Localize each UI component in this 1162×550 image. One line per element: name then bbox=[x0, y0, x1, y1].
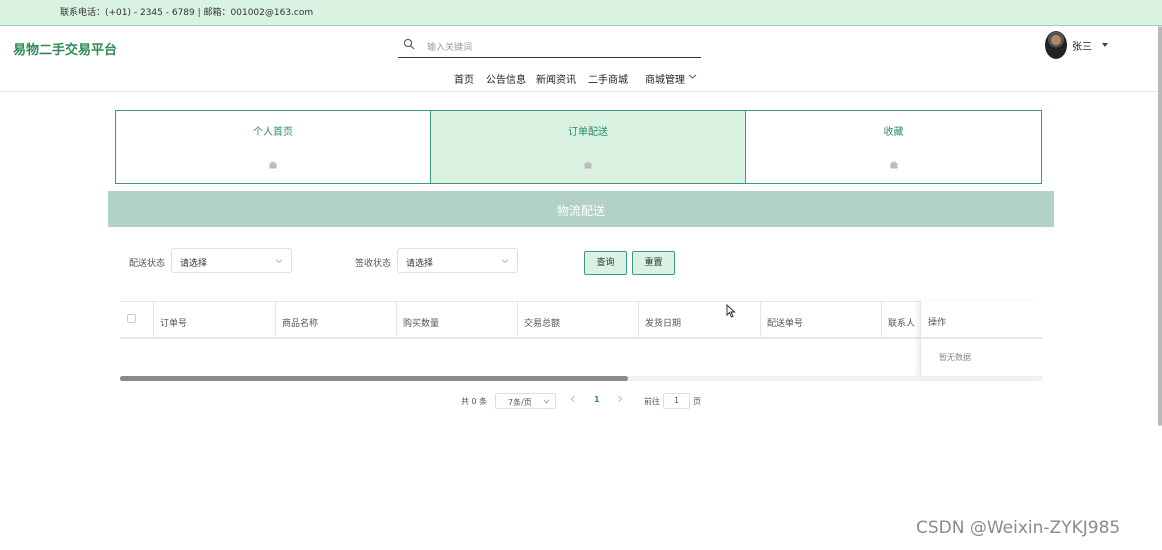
chevron-down-icon bbox=[688, 74, 697, 79]
search-icon bbox=[403, 38, 415, 50]
select-value: 请选择 bbox=[180, 259, 208, 269]
action-header: 操作 bbox=[928, 318, 947, 328]
top-contact-bar: 联系电话：(+01) - 2345 - 6789 | 邮箱：001002@163… bbox=[0, 0, 1162, 26]
column-contact[interactable]: 联系人 bbox=[881, 302, 921, 338]
site-header: 易物二手交易平台 输入关键词 首页 公告信息 新闻资讯 二手商城 商城管理 张三 bbox=[0, 26, 1162, 92]
broken-image-icon bbox=[584, 161, 592, 169]
receipt-status-label: 签收状态 bbox=[355, 259, 392, 269]
tab-label: 订单配送 bbox=[568, 127, 608, 138]
pagination: 共 0 条 7条/页 1 前往 1 页 bbox=[0, 393, 1162, 409]
broken-image-icon bbox=[269, 161, 277, 169]
column-order-no[interactable]: 订单号 bbox=[153, 302, 275, 338]
delivery-status-select[interactable]: 请选择 bbox=[171, 248, 292, 273]
tab-label: 个人首页 bbox=[253, 127, 293, 138]
nav-item-notice[interactable]: 公告信息 bbox=[486, 71, 526, 86]
nav-item-news[interactable]: 新闻资讯 bbox=[536, 71, 576, 86]
column-total[interactable]: 交易总额 bbox=[517, 302, 638, 338]
search-placeholder: 输入关键词 bbox=[427, 43, 473, 53]
tab-favorites[interactable]: 收藏 bbox=[745, 110, 1042, 184]
section-title: 物流配送 bbox=[556, 204, 605, 218]
goto-page-input[interactable]: 1 bbox=[663, 393, 690, 409]
column-product-name[interactable]: 商品名称 bbox=[275, 302, 396, 338]
nav-item-home[interactable]: 首页 bbox=[454, 71, 474, 86]
scrollbar-thumb[interactable] bbox=[120, 376, 628, 381]
divider bbox=[921, 337, 1042, 339]
vertical-scrollbar[interactable] bbox=[1158, 26, 1162, 426]
chevron-down-icon bbox=[543, 399, 550, 404]
delivery-status-label: 配送状态 bbox=[129, 259, 166, 269]
main-nav: 首页 公告信息 新闻资讯 二手商城 商城管理 bbox=[0, 71, 1162, 87]
tab-order-delivery[interactable]: 订单配送 bbox=[430, 110, 746, 184]
select-all-cell bbox=[120, 302, 153, 338]
chevron-left-icon[interactable] bbox=[570, 395, 576, 403]
receipt-status-select[interactable]: 请选择 bbox=[397, 248, 518, 273]
total-count: 共 0 条 bbox=[461, 397, 488, 406]
query-button[interactable]: 查询 bbox=[584, 251, 627, 275]
broken-image-icon bbox=[890, 161, 897, 169]
caret-down-icon bbox=[1102, 43, 1108, 47]
select-all-checkbox[interactable] bbox=[127, 314, 136, 323]
goto-unit: 页 bbox=[693, 397, 701, 406]
user-name[interactable]: 张三 bbox=[1072, 38, 1092, 53]
select-value: 请选择 bbox=[406, 259, 434, 269]
site-logo[interactable]: 易物二手交易平台 bbox=[13, 39, 117, 58]
goto-label: 前往 bbox=[644, 397, 660, 406]
tab-personal-home[interactable]: 个人首页 bbox=[115, 110, 431, 184]
page-size-select[interactable]: 7条/页 bbox=[495, 393, 556, 409]
horizontal-scrollbar[interactable] bbox=[120, 376, 1042, 381]
tab-label: 收藏 bbox=[883, 127, 904, 138]
chevron-right-icon[interactable] bbox=[617, 395, 623, 403]
center-tabs: 个人首页 订单配送 收藏 bbox=[115, 110, 1042, 184]
mouse-cursor-icon bbox=[726, 304, 736, 318]
column-quantity[interactable]: 购买数量 bbox=[396, 302, 517, 338]
reset-button[interactable]: 重置 bbox=[632, 251, 675, 275]
contact-info: 联系电话：(+01) - 2345 - 6789 | 邮箱：001002@163… bbox=[60, 8, 314, 18]
avatar[interactable] bbox=[1045, 31, 1067, 59]
page-number-current[interactable]: 1 bbox=[594, 395, 600, 404]
page-size-value: 7条/页 bbox=[508, 398, 532, 407]
table-header: 订单号 商品名称 购买数量 交易总额 发货日期 配送单号 联系人 bbox=[120, 301, 1042, 339]
chevron-down-icon bbox=[501, 259, 509, 264]
search-input[interactable]: 输入关键词 bbox=[398, 34, 701, 58]
column-delivery-no[interactable]: 配送单号 bbox=[760, 302, 881, 338]
column-ship-date[interactable]: 发货日期 bbox=[638, 302, 760, 338]
nav-item-shop-manage[interactable]: 商城管理 bbox=[645, 71, 685, 86]
nav-item-shop[interactable]: 二手商城 bbox=[588, 71, 628, 86]
chevron-down-icon bbox=[275, 259, 283, 264]
action-column: 操作 暂无数据 bbox=[920, 301, 1042, 379]
empty-text: 暂无数据 bbox=[939, 353, 971, 362]
watermark: CSDN @Weixin-ZYKJ985 bbox=[916, 518, 1121, 538]
delivery-table: 订单号 商品名称 购买数量 交易总额 发货日期 配送单号 联系人 操作 暂无数据 bbox=[120, 301, 1042, 381]
section-banner: 物流配送 bbox=[108, 191, 1054, 227]
